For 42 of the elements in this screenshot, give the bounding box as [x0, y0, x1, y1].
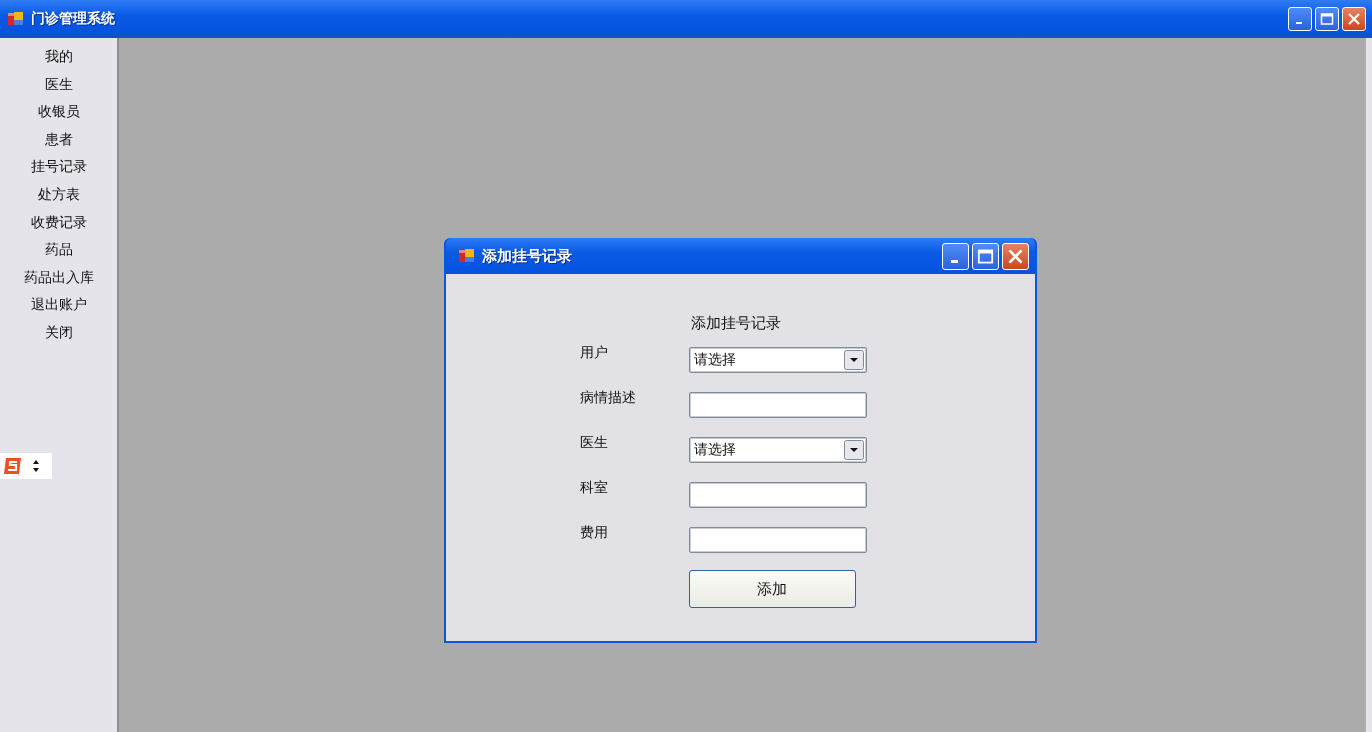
minimize-icon — [1295, 21, 1302, 25]
window-title: 门诊管理系统 — [31, 10, 116, 28]
maximize-icon — [1320, 12, 1334, 26]
sidebar-item[interactable]: 我的 — [44, 43, 73, 71]
field-label: 用户 — [579, 344, 609, 362]
close-icon — [1347, 12, 1361, 26]
sidebar-item[interactable]: 医生 — [44, 70, 73, 99]
field-label: 病情描述 — [579, 389, 637, 407]
maximize-button[interactable] — [1315, 7, 1339, 31]
app-icon — [7, 10, 25, 28]
maximize-icon — [977, 247, 994, 265]
field-label: 科室 — [579, 479, 609, 497]
sidebar-item[interactable]: 退出账户 — [30, 291, 87, 319]
dialog-title: 添加挂号记录 — [482, 246, 573, 266]
field-label: 费用 — [579, 524, 609, 542]
input-field[interactable] — [688, 482, 867, 508]
close-button[interactable] — [1342, 7, 1366, 31]
close-button[interactable] — [1002, 242, 1029, 270]
ime-toolbar[interactable] — [0, 453, 52, 479]
sidebar-item[interactable]: 关闭 — [44, 318, 73, 347]
sidebar-item[interactable]: 收银员 — [37, 98, 80, 126]
sidebar-item[interactable]: 挂号记录 — [30, 153, 87, 181]
sidebar-item[interactable]: 药品出入库 — [23, 263, 94, 292]
field-label: 医生 — [579, 434, 609, 452]
add-button[interactable]: 添加 — [688, 570, 856, 608]
minimize-icon — [950, 259, 958, 263]
input-field[interactable] — [688, 527, 867, 553]
s-logo-icon — [2, 456, 24, 476]
dropdown[interactable]: 请选择 — [688, 437, 867, 463]
input-field[interactable] — [688, 392, 867, 418]
dropdown[interactable]: 请选择 — [688, 347, 867, 373]
minimize-button[interactable] — [1288, 7, 1312, 31]
maximize-button[interactable] — [972, 242, 999, 270]
close-icon — [1007, 247, 1024, 265]
app-icon — [458, 247, 476, 265]
sidebar-item[interactable]: 患者 — [44, 125, 73, 154]
spinner-arrows-icon[interactable] — [32, 459, 40, 473]
minimize-button[interactable] — [942, 242, 969, 270]
sidebar-item[interactable]: 药品 — [44, 236, 73, 264]
sidebar-item[interactable]: 处方表 — [37, 180, 80, 209]
sidebar-item[interactable]: 收费记录 — [30, 208, 87, 237]
form-heading: 添加挂号记录 — [690, 314, 781, 333]
